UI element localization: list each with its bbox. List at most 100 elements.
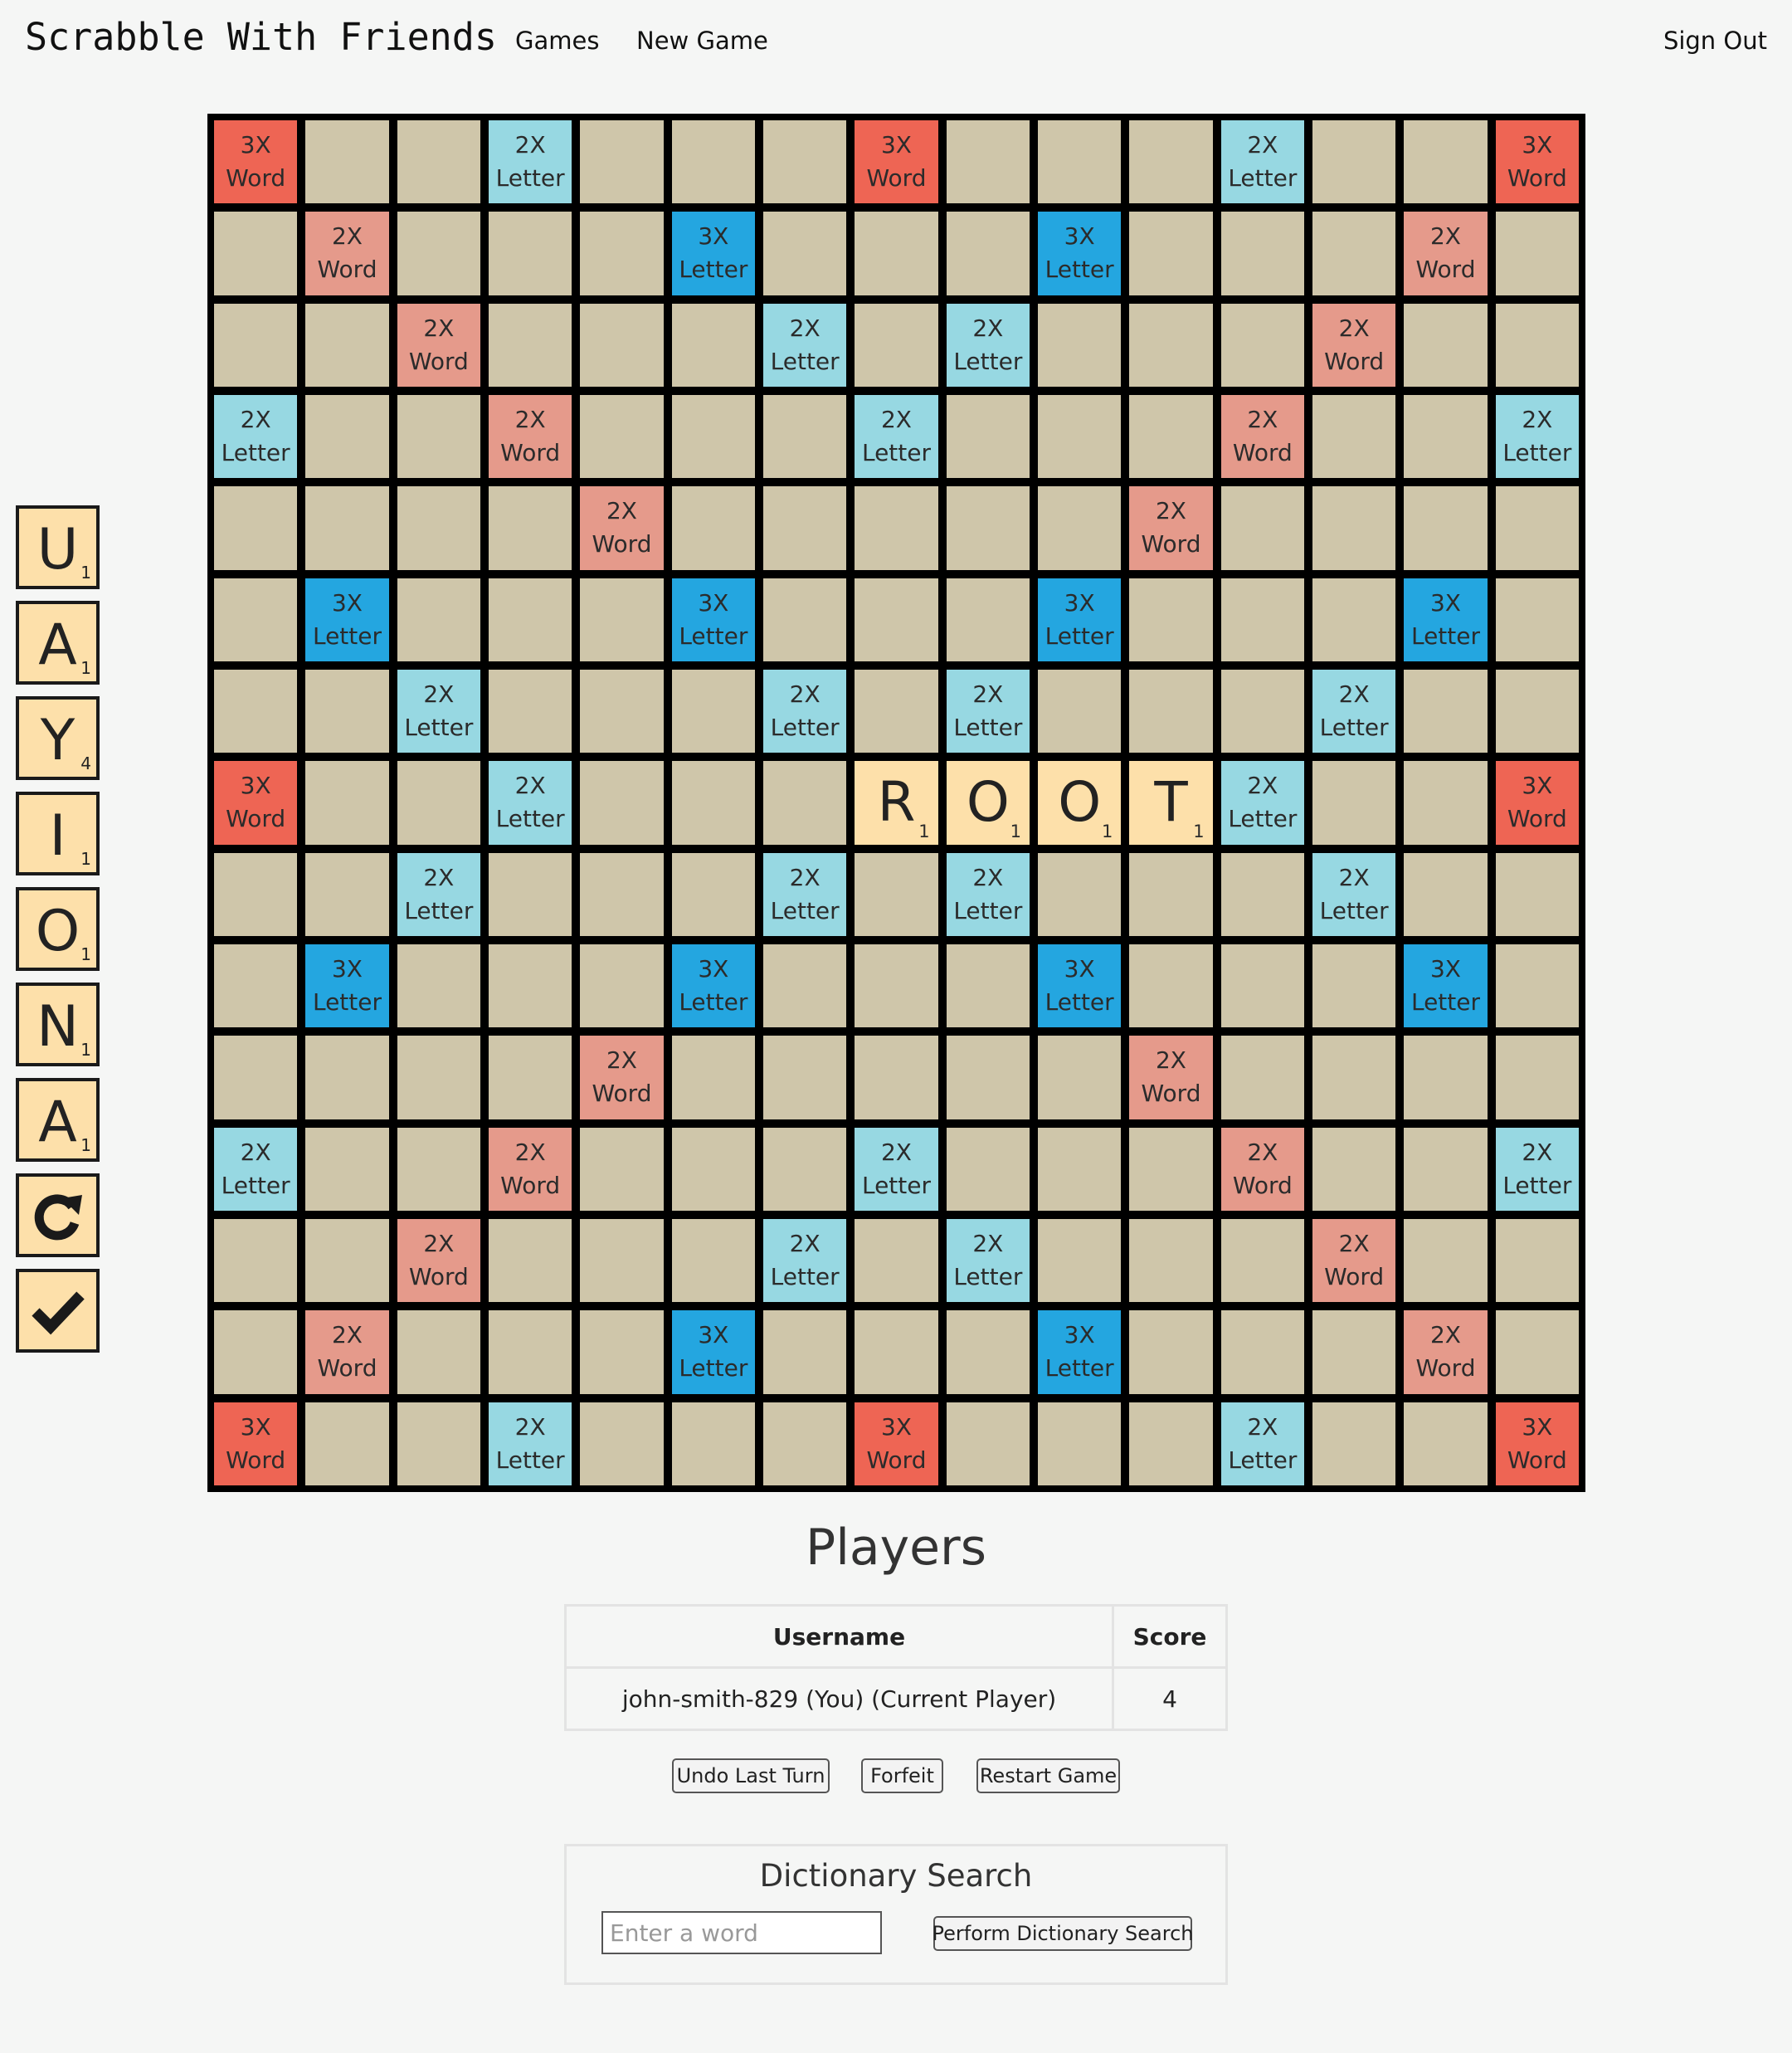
shuffle-button[interactable]: [16, 1173, 100, 1257]
board-cell[interactable]: [214, 944, 298, 1028]
board-cell[interactable]: [946, 486, 1030, 570]
triple-letter-cell[interactable]: 3X Letter: [1404, 944, 1488, 1028]
board-cell[interactable]: [671, 1036, 755, 1119]
double-letter-cell[interactable]: 2X Letter: [855, 395, 938, 479]
board-cell[interactable]: [305, 486, 389, 570]
board-cell[interactable]: [1038, 120, 1122, 204]
double-letter-cell[interactable]: 2X Letter: [1495, 395, 1579, 479]
triple-letter-cell[interactable]: 3X Letter: [671, 944, 755, 1028]
board-cell[interactable]: [214, 1310, 298, 1394]
board-cell[interactable]: [1495, 212, 1579, 295]
board-cell[interactable]: [671, 852, 755, 936]
board-cell[interactable]: [397, 395, 480, 479]
board-cell[interactable]: [1129, 1219, 1213, 1303]
board-cell[interactable]: [1129, 303, 1213, 387]
double-letter-cell[interactable]: 2X Letter: [214, 1127, 298, 1211]
board-cell[interactable]: [305, 303, 389, 387]
double-letter-cell[interactable]: 2X Letter: [1312, 852, 1396, 936]
board-cell[interactable]: [580, 1219, 664, 1303]
board-cell[interactable]: [1220, 212, 1304, 295]
board-cell[interactable]: [855, 1310, 938, 1394]
board-cell[interactable]: [946, 1402, 1030, 1485]
board-cell[interactable]: [489, 1219, 572, 1303]
rack-tile[interactable]: N1: [16, 983, 100, 1066]
dictionary-search-input[interactable]: [601, 1911, 882, 1954]
board-cell[interactable]: [1404, 1036, 1488, 1119]
double-word-cell[interactable]: 2X Word: [489, 395, 572, 479]
rack-tile[interactable]: Y4: [16, 696, 100, 780]
double-word-cell[interactable]: 2X Word: [1312, 1219, 1396, 1303]
placed-tile[interactable]: O1: [946, 761, 1030, 845]
board-cell[interactable]: [305, 1402, 389, 1485]
triple-letter-cell[interactable]: 3X Letter: [1038, 578, 1122, 661]
board-cell[interactable]: [214, 212, 298, 295]
placed-tile[interactable]: R1: [855, 761, 938, 845]
triple-letter-cell[interactable]: 3X Letter: [1038, 212, 1122, 295]
double-letter-cell[interactable]: 2X Letter: [489, 761, 572, 845]
board-cell[interactable]: [214, 670, 298, 753]
board-cell[interactable]: [489, 303, 572, 387]
board-cell[interactable]: [1312, 1127, 1396, 1211]
board-cell[interactable]: [1129, 1127, 1213, 1211]
double-word-cell[interactable]: 2X Word: [305, 212, 389, 295]
board-cell[interactable]: [1129, 212, 1213, 295]
board-cell[interactable]: [763, 761, 847, 845]
board-cell[interactable]: [1495, 578, 1579, 661]
triple-word-cell[interactable]: 3X Word: [1495, 1402, 1579, 1485]
triple-letter-cell[interactable]: 3X Letter: [1038, 944, 1122, 1028]
board-cell[interactable]: [397, 761, 480, 845]
board-cell[interactable]: [1129, 120, 1213, 204]
board-cell[interactable]: [397, 944, 480, 1028]
board-cell[interactable]: [855, 1036, 938, 1119]
triple-letter-cell[interactable]: 3X Letter: [671, 1310, 755, 1394]
board-cell[interactable]: [763, 1127, 847, 1211]
triple-letter-cell[interactable]: 3X Letter: [305, 944, 389, 1028]
double-letter-cell[interactable]: 2X Letter: [489, 120, 572, 204]
rack-tile[interactable]: A1: [16, 601, 100, 685]
double-letter-cell[interactable]: 2X Letter: [1220, 761, 1304, 845]
nav-new-game-link[interactable]: New Game: [636, 27, 768, 55]
double-word-cell[interactable]: 2X Word: [1220, 1127, 1304, 1211]
board-cell[interactable]: [1129, 395, 1213, 479]
forfeit-button[interactable]: Forfeit: [861, 1758, 943, 1793]
board-cell[interactable]: [214, 486, 298, 570]
placed-tile[interactable]: T1: [1129, 761, 1213, 845]
triple-word-cell[interactable]: 3X Word: [1495, 761, 1579, 845]
board-cell[interactable]: [489, 944, 572, 1028]
triple-word-cell[interactable]: 3X Word: [214, 1402, 298, 1485]
board-cell[interactable]: [1220, 303, 1304, 387]
submit-turn-button[interactable]: [16, 1269, 100, 1353]
board-cell[interactable]: [1404, 761, 1488, 845]
triple-word-cell[interactable]: 3X Word: [214, 120, 298, 204]
board-cell[interactable]: [397, 1127, 480, 1211]
board-cell[interactable]: [1312, 1036, 1396, 1119]
board-cell[interactable]: [763, 578, 847, 661]
board-cell[interactable]: [1495, 670, 1579, 753]
board-cell[interactable]: [946, 1036, 1030, 1119]
board-cell[interactable]: [580, 944, 664, 1028]
board-cell[interactable]: [1038, 395, 1122, 479]
triple-word-cell[interactable]: 3X Word: [855, 120, 938, 204]
board-cell[interactable]: [763, 1402, 847, 1485]
board-cell[interactable]: [1495, 303, 1579, 387]
board-cell[interactable]: [1404, 1127, 1488, 1211]
undo-last-turn-button[interactable]: Undo Last Turn: [672, 1758, 830, 1793]
double-word-cell[interactable]: 2X Word: [1220, 395, 1304, 479]
board-cell[interactable]: [1220, 1036, 1304, 1119]
nav-games-link[interactable]: Games: [515, 27, 599, 55]
double-word-cell[interactable]: 2X Word: [1312, 303, 1396, 387]
board-cell[interactable]: [1404, 120, 1488, 204]
board-cell[interactable]: [763, 1310, 847, 1394]
board-cell[interactable]: [1404, 1402, 1488, 1485]
board-cell[interactable]: [1038, 303, 1122, 387]
board-cell[interactable]: [1129, 1402, 1213, 1485]
board-cell[interactable]: [580, 670, 664, 753]
double-letter-cell[interactable]: 2X Letter: [1220, 120, 1304, 204]
board-cell[interactable]: [1495, 852, 1579, 936]
board-cell[interactable]: [946, 120, 1030, 204]
double-word-cell[interactable]: 2X Word: [397, 303, 480, 387]
board-cell[interactable]: [671, 395, 755, 479]
board-cell[interactable]: [1312, 395, 1396, 479]
board-cell[interactable]: [489, 1310, 572, 1394]
board-cell[interactable]: [305, 1219, 389, 1303]
